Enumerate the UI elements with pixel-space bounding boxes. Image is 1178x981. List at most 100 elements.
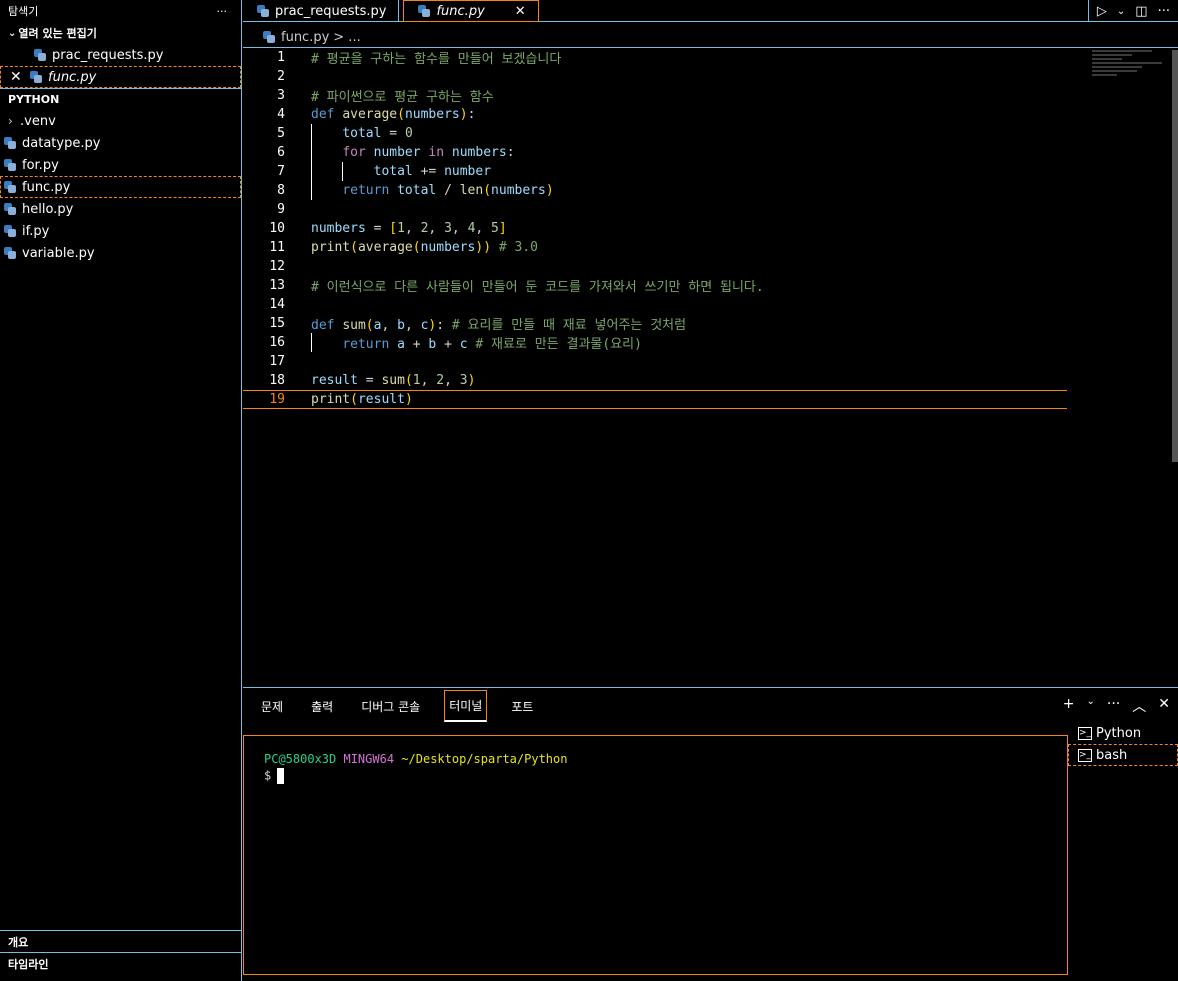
code-line[interactable]: 2 [243, 67, 1067, 86]
code-line[interactable]: 8 return total / len(numbers) [243, 181, 1067, 200]
terminal-item-bash[interactable]: >_ bash [1068, 744, 1178, 766]
terminal-item-label: Python [1096, 725, 1142, 741]
code-text: def sum(a, b, c): # 요리를 만들 때 재료 넣어주는 것처럼 [311, 318, 687, 333]
code-line[interactable]: 7 total += number [243, 162, 1067, 181]
indent-guide [311, 143, 312, 162]
python-file-icon [263, 31, 275, 43]
editor-scrollbar[interactable] [1172, 50, 1178, 462]
breadcrumb-rest[interactable]: > ... [333, 30, 360, 45]
code-text: # 이런식으로 다른 사람들이 만들어 둔 코드를 가져와서 쓰기만 하면 됩니… [311, 280, 764, 295]
terminal[interactable]: PC@5800x3D MINGW64 ~/Desktop/sparta/Pyth… [243, 735, 1068, 975]
terminal-icon: >_ [1078, 726, 1092, 740]
tree-item-label: func.py [22, 179, 71, 195]
open-editors-section[interactable]: ⌄ 열려 있는 편집기 [0, 22, 241, 44]
code-line[interactable]: 9 [243, 200, 1067, 219]
tree-file-for[interactable]: for.py [0, 154, 241, 176]
tab-prac-requests[interactable]: prac_requests.py [243, 0, 400, 22]
tree-file-if[interactable]: if.py [0, 220, 241, 242]
explorer-header: 탐색기 ··· [0, 0, 241, 22]
breadcrumb-file[interactable]: func.py [281, 30, 329, 45]
code-line[interactable]: 13 # 이런식으로 다른 사람들이 만들어 둔 코드를 가져와서 쓰기만 하면 … [243, 276, 1067, 295]
timeline-section[interactable]: 타임라인 [0, 952, 242, 974]
tree-file-datatype[interactable]: datatype.py [0, 132, 241, 154]
code-line[interactable]: 18 result = sum(1, 2, 3) [243, 371, 1067, 390]
terminal-icon: >_ [1078, 748, 1092, 762]
more-actions-icon[interactable]: ··· [1107, 696, 1120, 716]
chevron-down-icon[interactable]: ⌄ [1117, 6, 1125, 17]
close-panel-icon[interactable]: ✕ [1158, 696, 1170, 716]
line-number: 17 [269, 354, 285, 369]
code-line[interactable]: 6 for number in numbers: [243, 143, 1067, 162]
outline-section[interactable]: 개요 [0, 930, 242, 952]
editor-tabs: prac_requests.py func.py ✕ ▷ ⌄ ◫ ··· [243, 0, 1178, 22]
maximize-panel-icon[interactable]: ︿ [1132, 696, 1146, 716]
tree-item-label: if.py [22, 223, 50, 239]
chevron-right-icon: › [8, 114, 13, 128]
code-line[interactable]: 3 # 파이썬으로 평균 구하는 함수 [243, 86, 1067, 105]
line-number: 10 [269, 221, 285, 236]
python-file-icon [4, 247, 16, 259]
new-terminal-icon[interactable]: + [1063, 696, 1075, 716]
tab-ports[interactable]: 포트 [507, 692, 537, 721]
code-line[interactable]: 17 [243, 352, 1067, 371]
code-line[interactable]: 14 [243, 295, 1067, 314]
tab-output[interactable]: 출력 [307, 692, 337, 721]
python-file-icon [34, 49, 46, 61]
run-icon[interactable]: ▷ [1097, 4, 1107, 19]
python-file-icon [4, 137, 16, 149]
terminal-item-python[interactable]: >_ Python [1068, 722, 1178, 744]
line-number: 13 [269, 278, 285, 293]
code-line[interactable]: 11 print(average(numbers)) # 3.0 [243, 238, 1067, 257]
tab-problems[interactable]: 문제 [257, 692, 287, 721]
tab-debug-console[interactable]: 디버그 콘솔 [357, 692, 424, 721]
code-text: return total / len(numbers) [342, 183, 554, 198]
outline-label: 개요 [8, 935, 29, 949]
panel-tabs: 문제 출력 디버그 콘솔 터미널 포트 [257, 690, 537, 722]
open-editor-prac-requests[interactable]: prac_requests.py [0, 44, 241, 66]
terminal-shell: MINGW64 [343, 752, 395, 766]
tree-item-label: hello.py [22, 201, 74, 217]
code-editor[interactable]: 1 # 평균을 구하는 함수를 만들어 보겠습니다 2 3 # 파이썬으로 평균 구하는… [243, 47, 1178, 687]
code-line[interactable]: 10 numbers = [1, 2, 3, 4, 5] [243, 219, 1067, 238]
minimap[interactable] [1092, 50, 1172, 90]
code-line[interactable]: 15 def sum(a, b, c): # 요리를 만들 때 재료 넣어주는 것… [243, 314, 1067, 333]
python-file-icon [4, 159, 16, 171]
close-icon[interactable]: ✕ [10, 69, 30, 85]
line-number: 11 [269, 240, 285, 255]
code-line[interactable]: 16 return a + b + c # 재료로 만든 결과물(요리) [243, 333, 1067, 352]
tree-item-label: datatype.py [22, 135, 101, 151]
more-actions-icon[interactable]: ··· [1158, 4, 1170, 19]
code-line[interactable]: 1 # 평균을 구하는 함수를 만들어 보겠습니다 [243, 48, 1067, 67]
tab-terminal[interactable]: 터미널 [444, 690, 488, 722]
tree-item-label: for.py [22, 157, 59, 173]
terminal-input-line[interactable]: $ [264, 768, 1047, 784]
code-line[interactable]: 12 [243, 257, 1067, 276]
line-number: 14 [269, 297, 285, 312]
terminal-user: PC@5800x3D [264, 752, 337, 766]
chevron-down-icon[interactable]: ⌄ [1087, 696, 1095, 716]
line-number: 18 [269, 373, 285, 388]
line-number: 5 [277, 126, 285, 141]
open-editors-label: 열려 있는 편집기 [18, 27, 97, 40]
terminal-cursor [277, 768, 285, 784]
project-section[interactable]: PYTHON [0, 88, 241, 110]
tab-func[interactable]: func.py ✕ [403, 0, 539, 22]
code-text: total += number [373, 164, 492, 179]
close-icon[interactable]: ✕ [515, 4, 526, 19]
code-text: # 평균을 구하는 함수를 만들어 보겠습니다 [311, 52, 562, 67]
line-number: 9 [277, 202, 285, 217]
line-number: 1 [277, 50, 285, 65]
split-editor-icon[interactable]: ◫ [1135, 4, 1147, 19]
tree-file-variable[interactable]: variable.py [0, 242, 241, 264]
panel-actions: + ⌄ ··· ︿ ✕ [1063, 696, 1170, 716]
code-text: for number in numbers: [342, 145, 515, 160]
code-line[interactable]: 5 total = 0 [243, 124, 1067, 143]
tree-file-func[interactable]: func.py [0, 176, 241, 198]
tree-folder-venv[interactable]: › .venv [0, 110, 241, 132]
open-editor-func[interactable]: ✕ func.py [0, 66, 241, 88]
code-line[interactable]: 4 def average(numbers): [243, 105, 1067, 124]
tree-file-hello[interactable]: hello.py [0, 198, 241, 220]
code-line[interactable]: 19 print(result) [243, 390, 1067, 409]
more-actions-icon[interactable]: ··· [217, 5, 228, 18]
open-editor-label: prac_requests.py [52, 47, 164, 63]
